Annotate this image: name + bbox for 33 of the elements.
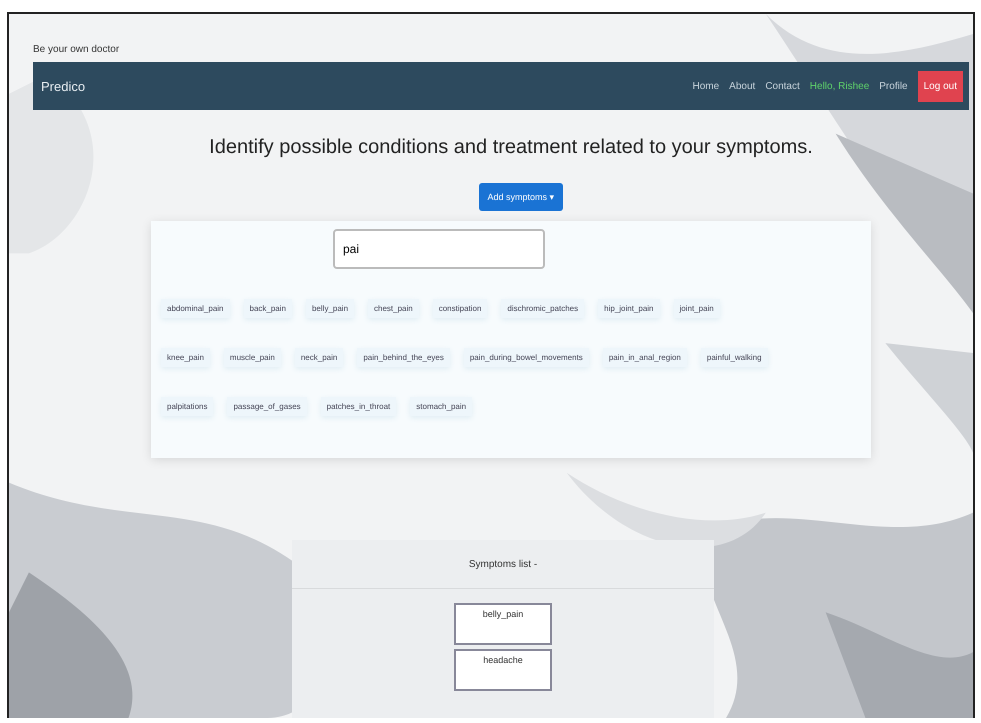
panel-title: Symptoms list -: [468, 558, 538, 570]
add-symptoms-button[interactable]: Add symptoms ▾: [479, 183, 563, 211]
search-field[interactable]: pai: [333, 229, 545, 269]
page-heading: Identify possible conditions and treatment related to your symptoms.: [208, 136, 814, 159]
symptom-option[interactable]: pain_during_bowel_movements: [464, 348, 589, 367]
symptom-option[interactable]: constipation: [432, 299, 488, 318]
symptom-option[interactable]: palpitations: [161, 397, 214, 416]
symptom-option[interactable]: hip_joint_pain: [598, 299, 660, 318]
symptom-option[interactable]: neck_pain: [294, 348, 344, 367]
symptom-option[interactable]: patches_in_throat: [320, 397, 396, 416]
symptom-option[interactable]: muscle_pain: [224, 348, 281, 367]
symptom-option[interactable]: chest_pain: [368, 299, 419, 318]
greeting-text: Hello, Rishee: [810, 80, 870, 92]
symptom-entry[interactable]: belly_pain: [454, 603, 552, 645]
symptom-option[interactable]: knee_pain: [161, 348, 210, 367]
symptom-entry[interactable]: headache: [454, 649, 552, 691]
symptom-option[interactable]: abdominal_pain: [161, 299, 230, 318]
logout-button[interactable]: Log out: [918, 70, 963, 102]
symptom-option[interactable]: back_pain: [244, 299, 292, 318]
tagline: Be your own doctor: [33, 44, 120, 57]
symptom-option[interactable]: pain_in_anal_region: [602, 348, 687, 367]
symptom-option[interactable]: passage_of_gases: [227, 397, 307, 416]
nav-link[interactable]: About: [729, 80, 756, 92]
brand-link[interactable]: Predico: [41, 78, 86, 94]
symptom-option[interactable]: stomach_pain: [410, 397, 472, 416]
symptom-option[interactable]: pain_behind_the_eyes: [357, 348, 450, 367]
nav-link[interactable]: Profile: [879, 80, 908, 92]
nav-link[interactable]: Home: [692, 80, 720, 92]
nav-link[interactable]: Contact: [765, 80, 800, 92]
symptom-option[interactable]: painful_walking: [700, 348, 768, 367]
symptom-option[interactable]: dischromic_patches: [501, 299, 584, 318]
symptom-option[interactable]: joint_pain: [674, 299, 720, 318]
symptom-option[interactable]: belly_pain: [306, 299, 354, 318]
